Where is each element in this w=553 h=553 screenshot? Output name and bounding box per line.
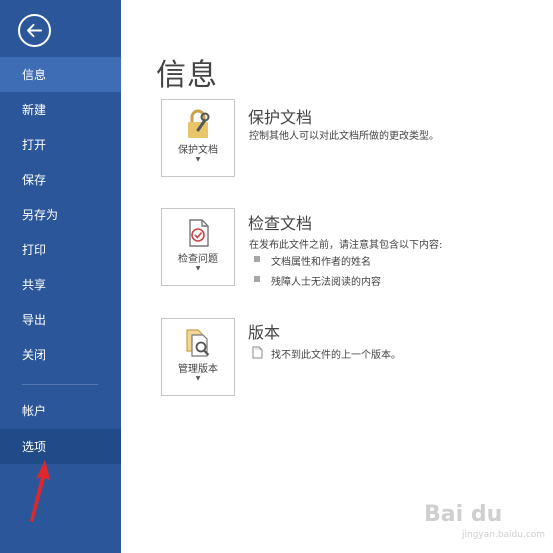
- nav-item-open[interactable]: 打开: [0, 127, 121, 162]
- nav-item-save-as[interactable]: 另存为: [0, 197, 121, 232]
- arrow-left-icon: [26, 23, 43, 38]
- nav-item-print[interactable]: 打印: [0, 232, 121, 267]
- bullet-marker: [254, 256, 260, 262]
- nav-item-export[interactable]: 导出: [0, 302, 121, 337]
- manage-versions-button[interactable]: 管理版本 ▼: [161, 318, 235, 396]
- nav-item-options[interactable]: 选项: [0, 429, 121, 464]
- back-button[interactable]: [18, 14, 51, 47]
- protect-document-label: 保护文档: [178, 145, 218, 156]
- inspect-bullet: 文档属性和作者的姓名: [271, 257, 371, 268]
- inspect-document-icon: [189, 219, 209, 247]
- versions-description: 找不到此文件的上一个版本。: [271, 350, 401, 361]
- bullet-marker: [254, 276, 260, 282]
- versions-title: 版本: [248, 323, 281, 342]
- chevron-down-icon: ▼: [195, 156, 201, 163]
- inspect-title: 检查文档: [248, 214, 313, 233]
- chevron-down-icon: ▼: [195, 265, 201, 272]
- nav-item-info[interactable]: 信息: [0, 57, 121, 92]
- protect-title: 保护文档: [248, 108, 313, 127]
- baidu-watermark-url: jingyan.baidu.com: [462, 530, 546, 540]
- nav-item-new[interactable]: 新建: [0, 92, 121, 127]
- red-arrow-annotation: [30, 460, 50, 522]
- document-icon: [252, 346, 264, 359]
- chevron-down-icon: ▼: [195, 375, 201, 382]
- lock-key-icon: [188, 109, 210, 138]
- nav-item-save[interactable]: 保存: [0, 162, 121, 197]
- baidu-watermark: Bai du: [424, 502, 503, 527]
- inspect-bullet: 残障人士无法阅读的内容: [271, 277, 381, 288]
- protect-document-button[interactable]: 保护文档 ▼: [161, 99, 235, 177]
- nav-item-share[interactable]: 共享: [0, 267, 121, 302]
- manage-versions-label: 管理版本: [178, 364, 218, 375]
- nav-item-account[interactable]: 帐户: [0, 393, 121, 428]
- backstage-sidebar: 信息 新建 打开 保存 另存为 打印 共享 导出 关闭 帐户 选项: [0, 0, 121, 553]
- protect-description: 控制其他人可以对此文档所做的更改类型。: [249, 131, 439, 142]
- check-issues-label: 检查问题: [178, 254, 218, 265]
- check-issues-button[interactable]: 检查问题 ▼: [161, 208, 235, 286]
- inspect-description: 在发布此文件之前，请注意其包含以下内容:: [249, 240, 443, 251]
- manage-versions-icon: [186, 329, 210, 357]
- nav-divider: [22, 384, 98, 385]
- page-title: 信息: [156, 58, 218, 93]
- nav-item-close[interactable]: 关闭: [0, 337, 121, 372]
